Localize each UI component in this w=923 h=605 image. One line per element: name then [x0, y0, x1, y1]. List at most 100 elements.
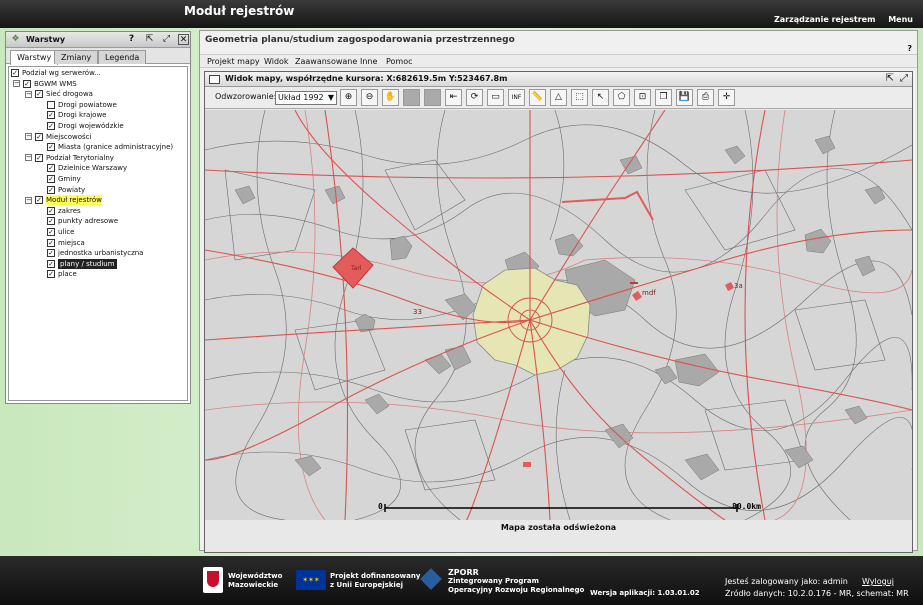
- map-window-title: Widok mapy, współrzędne kursora: X:68261…: [225, 74, 508, 83]
- save-icon[interactable]: 💾: [676, 89, 693, 106]
- layer-label[interactable]: plany / studium: [58, 258, 117, 269]
- full-extent-icon[interactable]: ⇤: [445, 89, 462, 106]
- menu-help[interactable]: Pomoc: [386, 57, 413, 66]
- menu-link[interactable]: Menu: [888, 15, 913, 24]
- tree-expander-icon[interactable]: −: [25, 154, 32, 162]
- pan-hand-icon[interactable]: ✋: [382, 89, 399, 106]
- layer-checkbox[interactable]: ✓: [47, 217, 55, 226]
- layer-checkbox[interactable]: ✓: [35, 90, 43, 99]
- layer-label[interactable]: Drogi powiatowe: [58, 100, 117, 110]
- projection-select[interactable]: Układ 1992 ▼: [275, 91, 337, 105]
- layer-checkbox[interactable]: ✓: [47, 228, 55, 236]
- select-rectangle-icon[interactable]: ⬚: [571, 89, 588, 106]
- layer-checkbox[interactable]: ✓: [47, 122, 55, 130]
- menu-project[interactable]: Projekt mapy: [207, 57, 260, 66]
- layer-checkbox[interactable]: ✓: [47, 111, 55, 120]
- tree-expander-icon[interactable]: −: [25, 90, 32, 98]
- measure-distance-icon[interactable]: 📏: [529, 89, 546, 106]
- tab-changes[interactable]: Zmiany: [54, 50, 99, 64]
- layer-checkbox[interactable]: ✓: [47, 206, 55, 215]
- data-source: Źródło danych: 10.2.0.176 - MR, schemat:…: [725, 589, 909, 598]
- layer-label[interactable]: Drogi krajowe: [58, 110, 107, 120]
- layer-label[interactable]: Miasta (granice administracyjne): [58, 142, 173, 152]
- layer-label[interactable]: Drogi wojewódzkie: [58, 121, 124, 131]
- layer-label[interactable]: miejsca: [58, 238, 85, 248]
- layer-checkbox[interactable]: ✓: [47, 175, 55, 183]
- tab-layers[interactable]: Warstwy: [10, 50, 59, 65]
- layer-extent-icon[interactable]: ▭: [487, 89, 504, 106]
- layer-label[interactable]: Podział Terytorialny: [46, 153, 114, 163]
- layer-label[interactable]: Podział wg serwerów...: [22, 68, 101, 78]
- help-icon[interactable]: ?: [907, 44, 912, 53]
- tree-expander-icon[interactable]: −: [13, 80, 20, 88]
- refresh-icon[interactable]: ⟳: [466, 89, 483, 106]
- layer-checkbox[interactable]: [47, 100, 55, 109]
- undock-icon[interactable]: ⇱: [886, 73, 894, 84]
- layer-label[interactable]: jednostka urbanistyczna: [58, 248, 143, 258]
- mazowieckie-logo: [203, 567, 223, 593]
- layer-checkbox[interactable]: ✓: [35, 132, 43, 141]
- layer-label[interactable]: punkty adresowe: [58, 216, 118, 226]
- select-icon[interactable]: ↖: [592, 89, 609, 106]
- logout-link[interactable]: Wyloguj: [862, 577, 894, 586]
- print-icon[interactable]: ⎙: [697, 89, 714, 106]
- layer-label[interactable]: BGWM WMS: [34, 79, 77, 89]
- layer-label[interactable]: Gminy: [58, 174, 81, 184]
- layer-checkbox[interactable]: ✓: [11, 69, 19, 77]
- plan-patch: [523, 462, 531, 467]
- plan-label: Tarl: [350, 265, 362, 272]
- layer-label[interactable]: zakres: [58, 206, 81, 216]
- undock-icon[interactable]: ⇱: [144, 34, 155, 45]
- maximize-icon[interactable]: ⤢: [900, 73, 908, 84]
- next-extent-icon[interactable]: [424, 89, 441, 106]
- zoom-out-icon[interactable]: ⊖: [361, 89, 378, 106]
- measure-area-icon[interactable]: △: [550, 89, 567, 106]
- layer-checkbox[interactable]: ✓: [47, 249, 55, 258]
- layer-label[interactable]: Miejscowości: [46, 132, 91, 142]
- layers-panel-title: Warstwy: [26, 35, 66, 44]
- map-canvas[interactable]: Tarl mdf 33 3a 0 80.0km: [205, 110, 912, 520]
- crosshair-icon[interactable]: ✛: [718, 89, 735, 106]
- scale-end-label: 80.0km: [732, 502, 761, 511]
- map-window: Widok mapy, współrzędne kursora: X:68261…: [204, 71, 913, 553]
- layer-checkbox[interactable]: ✓: [47, 270, 55, 279]
- layer-checkbox[interactable]: ✓: [47, 259, 55, 268]
- maximize-icon[interactable]: ⤢: [161, 34, 172, 45]
- layer-label[interactable]: Moduł rejestrów: [46, 195, 102, 206]
- layer-label[interactable]: ulice: [58, 227, 74, 237]
- layer-checkbox[interactable]: ✓: [35, 196, 43, 205]
- copy-icon[interactable]: ❐: [655, 89, 672, 106]
- app-version: Wersja aplikacji: 1.03.01.02: [590, 589, 700, 597]
- tree-expander-icon[interactable]: −: [25, 196, 32, 204]
- close-icon[interactable]: ✕: [178, 34, 189, 45]
- eu-project-text: Projekt dofinansowany z Unii Europejskiej: [330, 572, 421, 589]
- tab-legend[interactable]: Legenda: [98, 50, 147, 64]
- layer-checkbox[interactable]: ✓: [35, 153, 43, 162]
- projection-label: Odwzorowanie:: [215, 92, 277, 101]
- select-clear-icon[interactable]: ⊡: [634, 89, 651, 106]
- info-icon[interactable]: INF: [508, 89, 525, 106]
- voivodeship-text: Województwo Mazowieckie: [228, 572, 283, 589]
- layer-label[interactable]: Dzielnice Warszawy: [58, 163, 127, 173]
- manage-register-link[interactable]: Zarządzanie rejestrem: [774, 15, 875, 24]
- footer: Województwo Mazowieckie ✶✶✶ Projekt dofin…: [0, 556, 923, 605]
- layer-checkbox[interactable]: ✓: [47, 143, 55, 152]
- layers-icon: ❖: [11, 34, 20, 44]
- zoom-in-icon[interactable]: ⊕: [340, 89, 357, 106]
- previous-extent-icon[interactable]: [403, 89, 420, 106]
- layer-checkbox[interactable]: ✓: [47, 238, 55, 247]
- help-icon[interactable]: ?: [126, 34, 137, 45]
- layer-label[interactable]: Powiaty: [58, 185, 85, 195]
- layer-checkbox[interactable]: ✓: [47, 164, 55, 173]
- layer-label[interactable]: place: [58, 269, 77, 279]
- menu-advanced[interactable]: Zaawansowane: [295, 57, 357, 66]
- projection-value: Układ 1992: [278, 93, 324, 102]
- menu-view[interactable]: Widok: [264, 57, 289, 66]
- window-icon: [209, 75, 220, 84]
- layer-checkbox[interactable]: ✓: [47, 185, 55, 194]
- layer-label[interactable]: Sieć drogowa: [46, 89, 93, 99]
- menu-other[interactable]: Inne: [360, 57, 377, 66]
- select-polygon-icon[interactable]: ⬠: [613, 89, 630, 106]
- layer-checkbox[interactable]: ✓: [23, 79, 31, 88]
- tree-expander-icon[interactable]: −: [25, 133, 32, 141]
